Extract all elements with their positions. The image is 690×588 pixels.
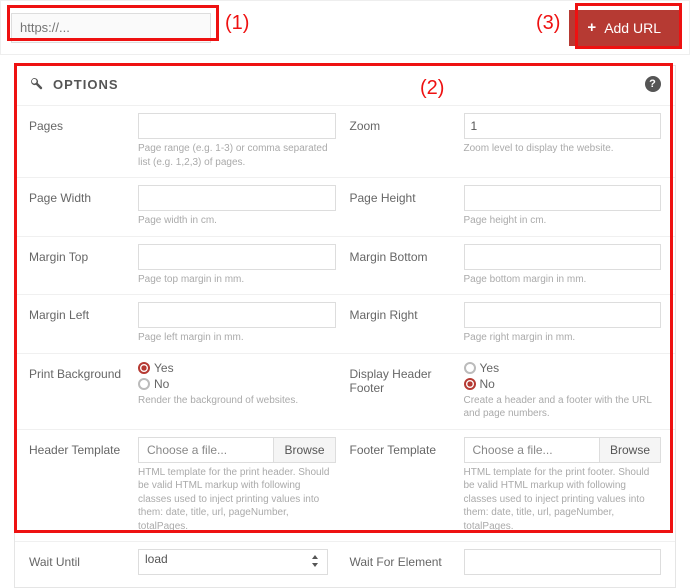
- radio-display-hf-yes[interactable]: Yes: [464, 361, 662, 375]
- help-margin-left: Page left margin in mm.: [138, 331, 336, 345]
- chevron-updown-icon: [311, 555, 319, 570]
- input-zoom[interactable]: [464, 113, 662, 139]
- input-page-width[interactable]: [138, 185, 336, 211]
- input-page-height[interactable]: [464, 185, 662, 211]
- input-pages[interactable]: [138, 113, 336, 139]
- radio-display-hf-no[interactable]: No: [464, 377, 662, 391]
- radio-dot-icon: [138, 362, 150, 374]
- options-header: OPTIONS ?: [15, 66, 675, 105]
- help-margin-right: Page right margin in mm.: [464, 331, 662, 345]
- radio-dot-icon: [138, 378, 150, 390]
- browse-button[interactable]: Browse: [273, 438, 334, 462]
- input-margin-top[interactable]: [138, 244, 336, 270]
- label-wait-until: Wait Until: [29, 549, 124, 577]
- help-margin-bottom: Page bottom margin in mm.: [464, 273, 662, 287]
- add-url-button[interactable]: + Add URL: [569, 10, 679, 46]
- radio-print-bg-no[interactable]: No: [138, 377, 336, 391]
- help-icon[interactable]: ?: [645, 76, 661, 92]
- label-margin-bottom: Margin Bottom: [350, 244, 450, 289]
- label-page-width: Page Width: [29, 185, 124, 230]
- plus-icon: +: [587, 19, 596, 36]
- help-footer-template: HTML template for the print footer. Shou…: [464, 466, 662, 534]
- wrench-icon: [29, 76, 43, 93]
- label-header-template: Header Template: [29, 437, 124, 536]
- label-display-header-footer: Display Header Footer: [350, 361, 450, 423]
- input-margin-left[interactable]: [138, 302, 336, 328]
- add-url-label: Add URL: [604, 20, 661, 36]
- select-wait-until[interactable]: load: [138, 549, 328, 575]
- label-print-background: Print Background: [29, 361, 124, 423]
- url-input[interactable]: [11, 13, 211, 43]
- label-page-height: Page Height: [350, 185, 450, 230]
- help-header-template: HTML template for the print header. Shou…: [138, 466, 336, 534]
- help-display-hf: Create a header and a footer with the UR…: [464, 394, 662, 421]
- input-wait-for-element[interactable]: [464, 549, 662, 575]
- help-pages: Page range (e.g. 1-3) or comma separated…: [138, 142, 336, 169]
- input-margin-right[interactable]: [464, 302, 662, 328]
- label-margin-top: Margin Top: [29, 244, 124, 289]
- label-zoom: Zoom: [350, 113, 450, 171]
- options-grid: Pages Page range (e.g. 1-3) or comma sep…: [15, 105, 675, 587]
- label-pages: Pages: [29, 113, 124, 171]
- top-bar: + Add URL: [0, 0, 690, 55]
- radio-dot-icon: [464, 378, 476, 390]
- radio-print-bg-yes[interactable]: Yes: [138, 361, 336, 375]
- browse-button[interactable]: Browse: [599, 438, 660, 462]
- help-margin-top: Page top margin in mm.: [138, 273, 336, 287]
- label-margin-left: Margin Left: [29, 302, 124, 347]
- label-footer-template: Footer Template: [350, 437, 450, 536]
- input-margin-bottom[interactable]: [464, 244, 662, 270]
- help-page-width: Page width in cm.: [138, 214, 336, 228]
- help-page-height: Page height in cm.: [464, 214, 662, 228]
- label-margin-right: Margin Right: [350, 302, 450, 347]
- file-picker-header-template[interactable]: Choose a file... Browse: [138, 437, 336, 463]
- label-wait-for-element: Wait For Element: [350, 549, 450, 577]
- file-picker-footer-template[interactable]: Choose a file... Browse: [464, 437, 662, 463]
- radio-dot-icon: [464, 362, 476, 374]
- options-panel: OPTIONS ? Pages Page range (e.g. 1-3) or…: [14, 65, 676, 588]
- options-title: OPTIONS: [53, 77, 119, 92]
- help-zoom: Zoom level to display the website.: [464, 142, 662, 156]
- help-print-bg: Render the background of websites.: [138, 394, 336, 408]
